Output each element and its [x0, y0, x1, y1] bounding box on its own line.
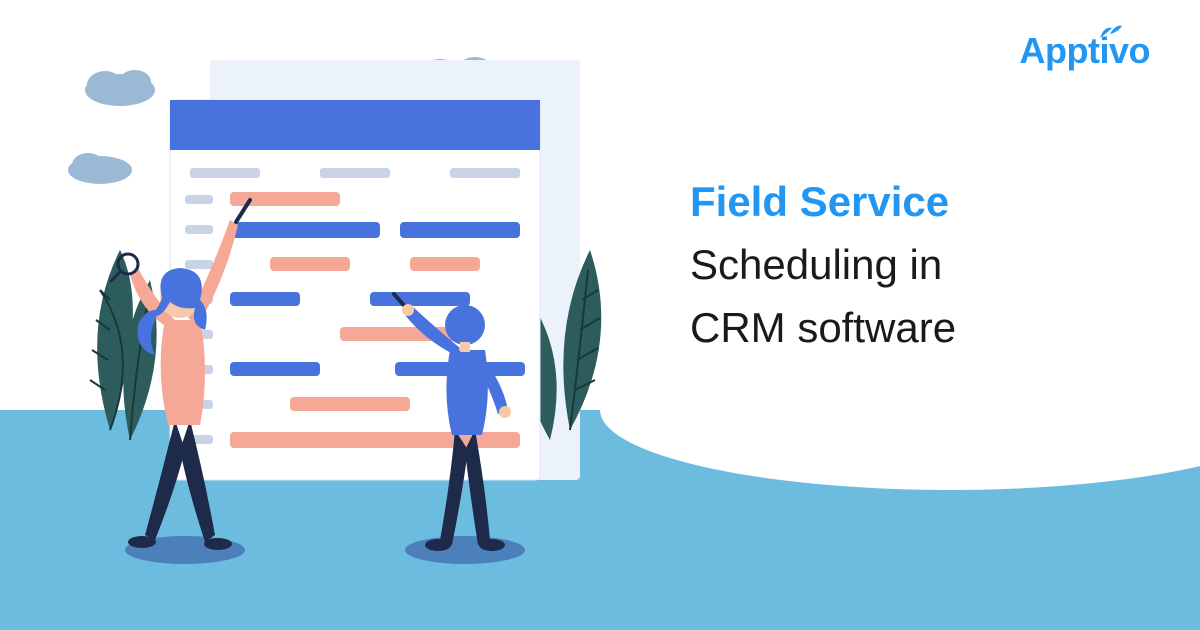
- main-headline: Field Service Scheduling in CRM software: [690, 170, 1150, 359]
- headline-line-2: Scheduling in: [690, 233, 1150, 296]
- logo-text: Apptivo: [1020, 30, 1150, 71]
- cloud-icon: [68, 153, 132, 184]
- cloud-icon: [85, 70, 155, 106]
- hero-illustration: [60, 50, 660, 590]
- headline-line-1: Field Service: [690, 170, 1150, 233]
- headline-line-3: CRM software: [690, 296, 1150, 359]
- shadow: [405, 536, 525, 564]
- brand-logo: Apptivo: [1020, 30, 1150, 72]
- logo-leaf-icon: [1098, 22, 1122, 40]
